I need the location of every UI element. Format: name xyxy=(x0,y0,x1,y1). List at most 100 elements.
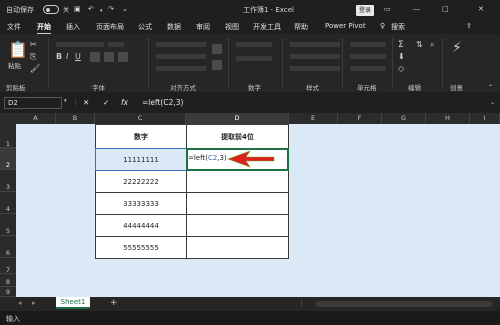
format-as-table-button[interactable] xyxy=(290,54,340,59)
cell-c5[interactable]: 44444444 xyxy=(95,214,187,237)
tab-help[interactable]: 帮助 xyxy=(294,22,308,32)
font-name-box[interactable] xyxy=(56,42,104,47)
format-cells-button[interactable] xyxy=(350,66,386,71)
redo-icon[interactable]: ↷ xyxy=(108,5,114,13)
tab-file[interactable]: 文件 xyxy=(7,22,21,32)
scroll-tabs-left-icon[interactable]: ◂ xyxy=(18,299,22,307)
customize-toolbar-icon[interactable]: ⌄ xyxy=(122,5,128,13)
tab-page-layout[interactable]: 页面布局 xyxy=(96,22,124,32)
row-header-3[interactable]: 3 xyxy=(0,170,16,192)
vertical-align-icons[interactable] xyxy=(156,42,206,47)
italic-icon[interactable]: I xyxy=(66,52,68,61)
column-header-e[interactable]: E xyxy=(289,113,338,124)
save-icon[interactable]: ▣ xyxy=(74,5,81,13)
cancel-icon[interactable]: ✕ xyxy=(83,98,89,107)
column-header-d[interactable]: D xyxy=(186,113,289,124)
row-header-6[interactable]: 6 xyxy=(0,236,16,258)
tab-power-pivot[interactable]: Power Pivot xyxy=(325,22,366,30)
tab-developer[interactable]: 开发工具 xyxy=(253,22,281,32)
font-size-box[interactable] xyxy=(108,42,124,47)
column-header-g[interactable]: G xyxy=(382,113,426,124)
row-header-5[interactable]: 5 xyxy=(0,214,16,236)
fill-color-icon[interactable] xyxy=(104,52,114,62)
tab-view[interactable]: 视图 xyxy=(225,22,239,32)
add-sheet-button[interactable]: + xyxy=(110,298,118,308)
cell-d6[interactable] xyxy=(186,236,289,259)
search-label[interactable]: 搜索 xyxy=(391,22,405,32)
tab-insert[interactable]: 插入 xyxy=(66,22,80,32)
row-header-4[interactable]: 4 xyxy=(0,192,16,214)
row-header-9[interactable]: 9 xyxy=(0,287,16,297)
cell-c6[interactable]: 55555555 xyxy=(95,236,187,259)
ribbon-display-icon[interactable]: ▭ xyxy=(384,5,391,13)
confirm-icon[interactable]: ✓ xyxy=(103,98,109,107)
tab-data[interactable]: 数据 xyxy=(167,22,181,32)
column-header-i[interactable]: I xyxy=(470,113,500,124)
column-header-h[interactable]: H xyxy=(426,113,470,124)
border-icon[interactable] xyxy=(90,52,100,62)
row-header-8[interactable]: 8 xyxy=(0,274,16,287)
fill-icon[interactable]: ⬇ xyxy=(398,52,405,61)
autosum-icon[interactable]: Σ xyxy=(398,40,404,50)
sheet-tab-sheet1[interactable]: Sheet1 xyxy=(56,297,90,309)
tab-review[interactable]: 审阅 xyxy=(196,22,210,32)
column-header-c[interactable]: C xyxy=(95,113,186,124)
wrap-text-icon[interactable] xyxy=(212,44,222,54)
minimize-icon[interactable]: — xyxy=(413,5,420,13)
number-format-box[interactable] xyxy=(236,42,272,47)
name-box[interactable]: D2 xyxy=(4,97,62,109)
cell-d4[interactable] xyxy=(186,192,289,215)
formula-input[interactable]: =left(C2,3) xyxy=(142,98,183,107)
tab-formulas[interactable]: 公式 xyxy=(138,22,152,32)
ideas-icon[interactable]: ⚡ xyxy=(452,40,462,56)
cell-c1[interactable]: 数字 xyxy=(95,124,187,149)
indent-icons[interactable] xyxy=(156,66,206,71)
cell-edit-text[interactable]: =left(C2,3) xyxy=(188,154,227,162)
conditional-format-button[interactable] xyxy=(290,42,340,47)
delete-cells-button[interactable] xyxy=(350,54,386,59)
cut-icon[interactable]: ✂ xyxy=(30,40,37,49)
cell-d1[interactable]: 提取前4位 xyxy=(186,124,289,149)
lightbulb-icon[interactable]: ♀ xyxy=(380,22,385,30)
paste-icon[interactable]: 📋 xyxy=(8,40,28,59)
share-icon[interactable]: ⇪ xyxy=(466,22,472,30)
cell-styles-button[interactable] xyxy=(290,66,340,71)
number-format-icons[interactable] xyxy=(236,56,272,61)
find-icon[interactable]: ⌕ xyxy=(430,40,434,50)
row-header-2[interactable]: 2 xyxy=(0,148,16,170)
column-header-a[interactable]: A xyxy=(16,113,56,124)
row-header-1[interactable]: 1 xyxy=(0,124,16,148)
clear-icon[interactable]: ◇ xyxy=(398,64,404,73)
sort-filter-icon[interactable]: ⇅ xyxy=(416,40,423,49)
cell-c3[interactable]: 22222222 xyxy=(95,170,187,193)
maximize-icon[interactable]: □ xyxy=(442,5,449,13)
bold-icon[interactable]: B xyxy=(56,52,62,61)
undo-dropdown-icon[interactable]: ▾ xyxy=(100,8,103,14)
undo-icon[interactable]: ↶ xyxy=(88,5,94,13)
scroll-tabs-right-icon[interactable]: ▸ xyxy=(32,299,36,307)
format-painter-icon[interactable]: 🖌 xyxy=(30,64,40,73)
font-color-icon[interactable] xyxy=(118,52,128,62)
insert-cells-button[interactable] xyxy=(350,42,386,47)
column-header-b[interactable]: B xyxy=(56,113,95,124)
login-button[interactable]: 登录 xyxy=(356,5,374,16)
underline-icon[interactable]: U xyxy=(75,52,81,61)
cell-d3[interactable] xyxy=(186,170,289,193)
horizontal-scrollbar[interactable] xyxy=(316,301,492,307)
insert-function-icon[interactable]: fx xyxy=(121,98,128,107)
collapse-ribbon-icon[interactable]: ⌃ xyxy=(488,84,493,91)
cell-d5[interactable] xyxy=(186,214,289,237)
cell-c4[interactable]: 33333333 xyxy=(95,192,187,215)
expand-formula-bar-icon[interactable]: ⌄ xyxy=(490,99,495,106)
select-all-corner[interactable] xyxy=(0,113,16,124)
merge-icon[interactable] xyxy=(212,60,222,70)
copy-icon[interactable]: ⎘ xyxy=(30,52,36,62)
column-header-f[interactable]: F xyxy=(338,113,382,124)
row-header-7[interactable]: 7 xyxy=(0,258,16,274)
name-box-dropdown-icon[interactable]: ▾ xyxy=(64,98,67,104)
tab-split-icon[interactable]: ⋮ xyxy=(298,299,305,307)
autosave-toggle[interactable] xyxy=(43,5,59,14)
close-icon[interactable]: ✕ xyxy=(478,5,484,13)
horizontal-align-icons[interactable] xyxy=(156,54,206,59)
paste-label[interactable]: 粘贴 xyxy=(8,60,21,70)
